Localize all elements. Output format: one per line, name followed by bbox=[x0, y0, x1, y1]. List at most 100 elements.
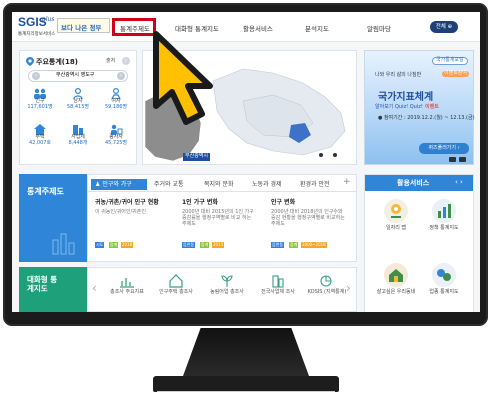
map-item-census-house[interactable]: 인구주택 총조사 bbox=[155, 274, 197, 296]
service-neighborhood[interactable]: 살고싶은 우리동네 bbox=[374, 263, 418, 296]
banner-title: 국가지표체계 bbox=[378, 92, 434, 103]
card-tag: 읍면동 bbox=[182, 242, 196, 248]
card-title[interactable]: 1인 가구 변화 bbox=[182, 197, 218, 206]
census-house-icon bbox=[169, 274, 183, 288]
card-tag: 합계 bbox=[109, 242, 119, 248]
card-title[interactable]: 인구 변화 bbox=[271, 197, 295, 206]
nav-theme-map[interactable]: 통계주제도 bbox=[120, 23, 150, 33]
theme-map-panel: ♟ 인구와 가구 주거와 교통 복지와 문화 노동과 경제 환경과 안전 + 귀… bbox=[87, 174, 357, 262]
stat-value: 117,601명 bbox=[27, 103, 53, 110]
tab-label: 인구와 가구 bbox=[102, 181, 132, 188]
card-tag: 합계 bbox=[289, 242, 299, 248]
map-item-kosis[interactable]: KOSIS (지역통계) bbox=[306, 274, 348, 296]
tab-population[interactable]: ♟ 인구와 가구 bbox=[91, 179, 147, 190]
card-desc: 이 귀농인/귀어인/귀촌인 bbox=[95, 209, 146, 215]
card-tag: 합계 bbox=[200, 242, 210, 248]
service-label: 정책 통계지도 bbox=[429, 225, 459, 231]
chevron-right-icon[interactable]: › bbox=[117, 72, 125, 80]
quiz-button[interactable]: 퀴즈풀러가기 › bbox=[419, 143, 469, 154]
event-banner[interactable]: 국가통계포털 나와 우리 삶의 나침반 이벤트참여 국가지표체계 알아보기 Qu… bbox=[364, 50, 475, 165]
service-industry-map[interactable]: 업종 통계지도 bbox=[422, 263, 466, 296]
service-job-map[interactable]: 일자리 맵 bbox=[374, 199, 418, 232]
tab-divider bbox=[88, 191, 356, 192]
monitor-base bbox=[153, 376, 339, 392]
map-item-label: 농림어업 총조사 bbox=[210, 289, 244, 295]
monitor-stand bbox=[183, 328, 309, 376]
badge-text: 보다 나은 정부 bbox=[61, 24, 102, 32]
card-desc: 2000년 대비 2015년의 1인 가구 증감률을 행정구역별로 비교 하는 … bbox=[182, 209, 254, 227]
logo-subtitle: 통계지리정보서비스 bbox=[18, 32, 56, 37]
map-item-business-survey[interactable]: 전국사업체 조사 bbox=[257, 274, 299, 296]
card-tag: 시도 bbox=[95, 242, 105, 248]
chart-icon bbox=[52, 233, 75, 255]
interactive-map-title: 대화형 통계지도 bbox=[27, 275, 58, 294]
stat-item-population[interactable]: 인구 117,601명 bbox=[23, 88, 57, 120]
services-header: 활용서비스 ‹ › bbox=[365, 175, 473, 191]
nav-notice[interactable]: 알림마당 bbox=[367, 23, 391, 33]
card-tag: 2000~2018 bbox=[301, 242, 327, 248]
services-carousel-nav[interactable]: ‹ › bbox=[455, 178, 463, 186]
banner-period: ● 참여기간 : 2019.12.2.(월) ~ 12.13.(금) bbox=[378, 115, 475, 121]
tab-labor[interactable]: 노동과 경제 bbox=[252, 179, 282, 190]
location-pin-icon bbox=[26, 57, 34, 66]
map-item-agriculture[interactable]: 농림어업 총조사 bbox=[206, 274, 248, 296]
more-tabs-button[interactable]: + bbox=[343, 177, 351, 187]
stat-item-worker[interactable]: 종사자 45,725명 bbox=[99, 124, 133, 156]
card-tag: 읍면동 bbox=[271, 242, 285, 248]
map-item-label: 전국사업체 조사 bbox=[261, 289, 295, 295]
map-item-census-indicator[interactable]: 총조사 주요지표 bbox=[106, 274, 148, 296]
stat-item-business[interactable]: 사업체 8,448개 bbox=[61, 124, 95, 156]
plus-icon: ⊕ bbox=[447, 24, 453, 30]
interactive-map-header[interactable]: 대화형 통계지도 bbox=[19, 267, 87, 312]
nav-services[interactable]: 활용서비스 bbox=[243, 23, 273, 33]
service-policy-map[interactable]: 정책 통계지도 bbox=[422, 199, 466, 232]
full-menu-label: 전체 bbox=[435, 24, 446, 30]
map-item-label: 인구주택 총조사 bbox=[159, 289, 193, 295]
service-label: 살고싶은 우리동네 bbox=[376, 289, 416, 295]
chevron-left-icon[interactable]: ‹ bbox=[32, 72, 40, 80]
pause-icon[interactable] bbox=[449, 157, 456, 162]
banner-tag: 국가통계포털 bbox=[432, 57, 468, 65]
banner-event-label: 이벤트 bbox=[425, 104, 439, 110]
source-link[interactable]: 출처 bbox=[106, 58, 115, 65]
stat-value: 8,448개 bbox=[68, 139, 88, 146]
service-label: 업종 통계지도 bbox=[429, 289, 459, 295]
tab-environment[interactable]: 환경과 안전 bbox=[300, 179, 330, 190]
stat-item-house[interactable]: 주택 42,007호 bbox=[23, 124, 57, 156]
theme-map-title: 통계주제도 bbox=[27, 187, 64, 196]
stat-value: 42,007호 bbox=[28, 139, 52, 146]
main-stat-panel: 주요통계(18) 출처 i ‹ 부산광역시 영도구 › 인구 117,601명 … bbox=[19, 50, 137, 165]
stat-item-female[interactable]: 여자 59,186명 bbox=[99, 88, 133, 120]
tab-welfare[interactable]: 복지와 문화 bbox=[204, 179, 234, 190]
site-header: SGIS plus 통계지리정보서비스 보다 나은 정부 통계주제도 대화형 통… bbox=[12, 12, 480, 42]
map-item-label: KOSIS (지역통계) bbox=[307, 289, 347, 295]
census-chart-icon bbox=[120, 278, 134, 288]
service-label: 일자리 맵 bbox=[386, 225, 406, 231]
chevron-left-icon[interactable]: ‹ bbox=[92, 281, 97, 295]
neighborhood-icon bbox=[384, 263, 408, 287]
next-icon[interactable] bbox=[459, 157, 466, 162]
policy-map-icon bbox=[432, 199, 456, 223]
card-tag: 2016 bbox=[121, 242, 134, 248]
stat-value: 59,186명 bbox=[104, 103, 128, 110]
user-icon: ♟ bbox=[95, 181, 101, 188]
stat-value: 45,725명 bbox=[104, 139, 128, 146]
card-title[interactable]: 귀농/귀촌/귀어 인구 현황 bbox=[95, 197, 159, 206]
banner-event-tag: 이벤트참여 bbox=[442, 70, 470, 77]
banner-subtitle: 나와 우리 삶의 나침반 bbox=[375, 72, 422, 78]
tab-housing[interactable]: 주거와 교통 bbox=[154, 179, 184, 190]
stat-item-male[interactable]: 남자 58,415명 bbox=[61, 88, 95, 120]
region-value: 부산광역시 영도구 bbox=[56, 72, 95, 78]
kosis-icon bbox=[320, 275, 332, 287]
nav-analysis-map[interactable]: 분석지도 bbox=[305, 23, 329, 33]
region-selector[interactable]: ‹ 부산광역시 영도구 › bbox=[28, 70, 128, 82]
services-title: 활용서비스 bbox=[397, 179, 430, 187]
info-icon[interactable]: i bbox=[122, 57, 130, 65]
theme-map-header[interactable]: 통계주제도 bbox=[19, 174, 87, 262]
full-menu-button[interactable]: 전체 ⊕ bbox=[430, 21, 458, 33]
business-survey-icon bbox=[272, 275, 284, 288]
interactive-map-panel: ‹ › 총조사 주요지표 인구주택 총조사 농림어업 총조사 전국사업체 조사 … bbox=[87, 267, 357, 312]
pointer-arrow-icon bbox=[153, 31, 213, 125]
job-map-icon bbox=[384, 199, 408, 223]
monitor-screen: SGIS plus 통계지리정보서비스 보다 나은 정부 통계주제도 대화형 통… bbox=[12, 12, 480, 312]
